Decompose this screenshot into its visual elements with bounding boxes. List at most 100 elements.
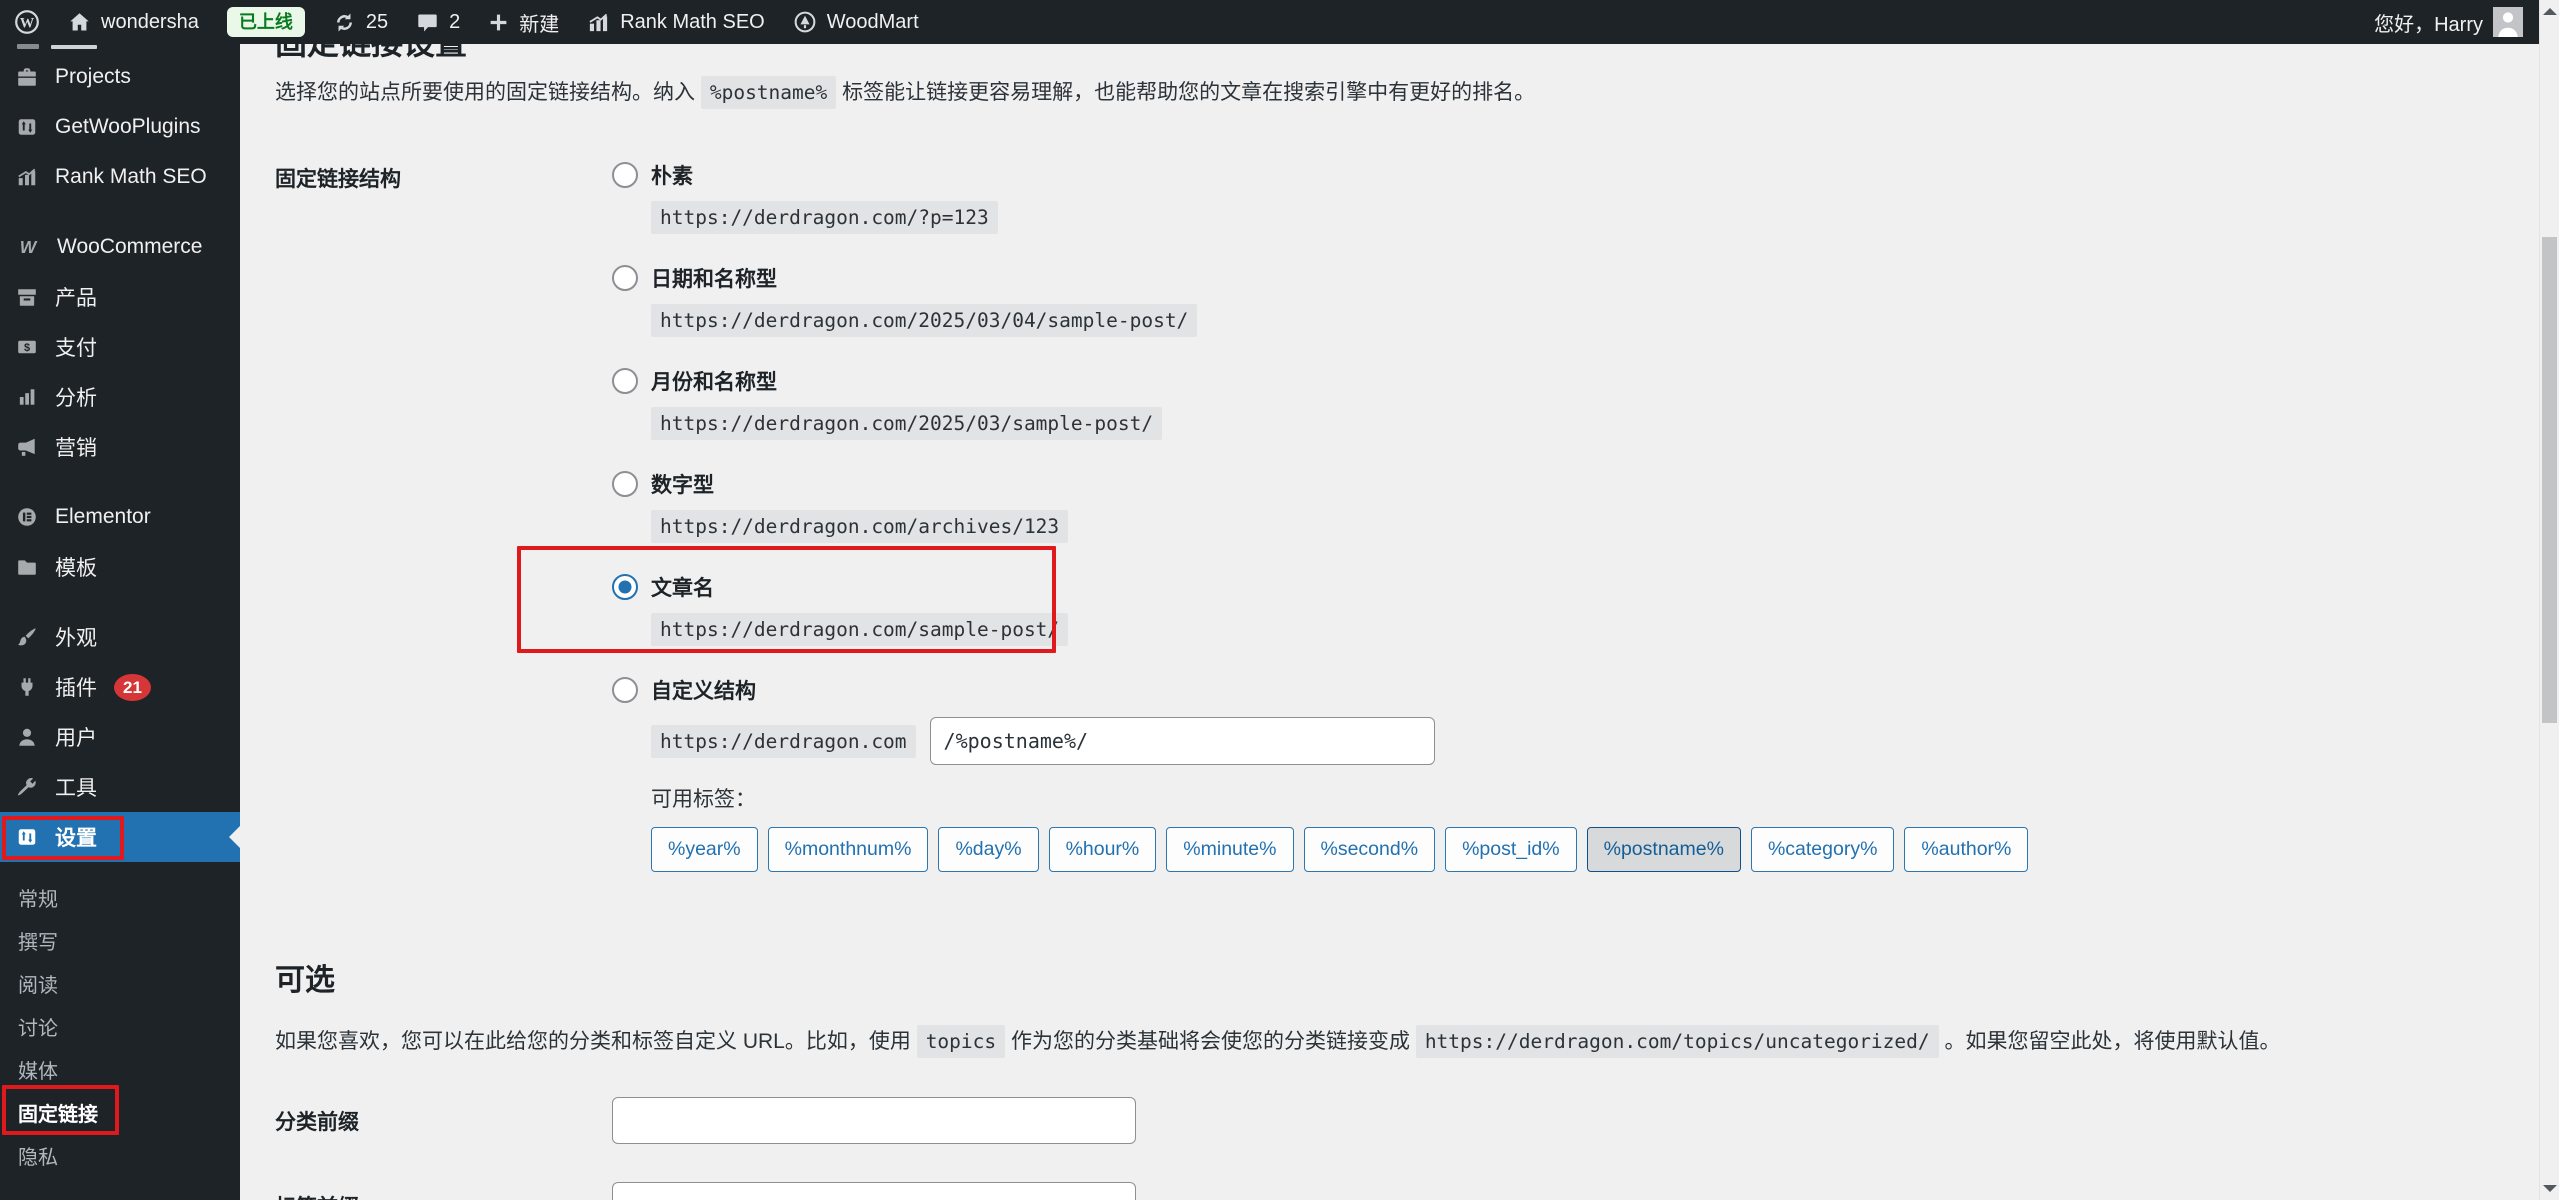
example-url: https://derdragon.com/2025/03/04/sample-…	[651, 304, 1197, 337]
tag-author-button[interactable]: %author%	[1904, 827, 2028, 872]
comments-menu[interactable]: 2	[402, 0, 474, 44]
sidebar-item-payments[interactable]: $ 支付	[0, 322, 240, 372]
sidebar-item-label: 外观	[55, 622, 97, 652]
comment-count: 2	[449, 11, 460, 34]
sidebar-item-label: 分析	[55, 382, 97, 412]
sidebar-item-label: 插件	[55, 672, 97, 702]
postname-code-chip: %postname%	[701, 76, 836, 109]
tag-postname-button[interactable]: %postname%	[1587, 827, 1741, 872]
update-count: 25	[366, 11, 388, 34]
example-url: https://derdragon.com/archives/123	[651, 510, 1068, 543]
woodmart-menu[interactable]: WoodMart	[779, 0, 933, 44]
sidebar-item-templates[interactable]: 模板	[0, 542, 240, 592]
structure-label: 固定链接结构	[275, 158, 612, 899]
submenu-item-privacy[interactable]: 隐私	[0, 1134, 240, 1177]
rank-chart-icon	[16, 166, 38, 188]
option-plain: 朴素 https://derdragon.com/?p=123	[612, 158, 2539, 234]
update-icon	[333, 11, 356, 34]
tag-day-button[interactable]: %day%	[938, 827, 1038, 872]
woocommerce-icon: W	[16, 236, 40, 258]
sidebar-item-plugins[interactable]: 插件 21	[0, 662, 240, 712]
sidebar-item-settings[interactable]: 设置	[0, 812, 240, 862]
page-title: 固定链接设置	[275, 44, 2539, 60]
sidebar-item-label: 设置	[55, 822, 97, 852]
example-url: https://derdragon.com/sample-post/	[651, 613, 1068, 646]
tag-minute-button[interactable]: %minute%	[1166, 827, 1293, 872]
folder-icon	[16, 556, 38, 578]
updates-menu[interactable]: 25	[319, 0, 402, 44]
radio-custom[interactable]	[612, 677, 638, 703]
available-tags-label: 可用标签：	[651, 783, 2539, 813]
submenu-item-permalinks[interactable]: 固定链接	[0, 1091, 240, 1134]
my-account-menu[interactable]: 您好，Harry	[2360, 0, 2523, 44]
example-url: https://derdragon.com/?p=123	[651, 201, 998, 234]
sidebar-item-label: GetWooPlugins	[55, 115, 201, 139]
sidebar-item-label: Rank Math SEO	[55, 165, 207, 189]
custom-structure-input[interactable]	[930, 717, 1435, 765]
permalink-settings-page: 固定链接设置 选择您的站点所要使用的固定链接结构。纳入 %postname% 标…	[240, 44, 2539, 1200]
sidebar-item-projects[interactable]: Projects	[0, 52, 240, 102]
sidebar-item-rank-math-seo[interactable]: Rank Math SEO	[0, 152, 240, 202]
analytics-bars-icon	[16, 386, 38, 408]
submenu-item-writing[interactable]: 撰写	[0, 919, 240, 962]
rank-math-menu[interactable]: Rank Math SEO	[573, 0, 779, 44]
submenu-item-discussion[interactable]: 讨论	[0, 1005, 240, 1048]
sidebar-item-label: 用户	[55, 722, 97, 752]
tag-monthnum-button[interactable]: %monthnum%	[768, 827, 929, 872]
payments-icon: $	[16, 336, 38, 358]
radio-month-name[interactable]	[612, 368, 638, 394]
scrollbar-down-arrow-icon[interactable]	[2543, 1185, 2557, 1192]
topics-code-chip: topics	[917, 1025, 1005, 1058]
tag-base-input[interactable]	[612, 1182, 1136, 1200]
tag-hour-button[interactable]: %hour%	[1049, 827, 1157, 872]
tag-second-button[interactable]: %second%	[1304, 827, 1436, 872]
svg-text:W: W	[20, 237, 38, 257]
scrollbar-thumb[interactable]	[2542, 237, 2557, 723]
category-url-code-chip: https://derdragon.com/topics/uncategoriz…	[1416, 1025, 1939, 1058]
submenu-item-reading[interactable]: 阅读	[0, 962, 240, 1005]
radio-day-name[interactable]	[612, 265, 638, 291]
radio-post-name[interactable]	[612, 574, 638, 600]
admin-sidebar: Projects GetWooPlugins Rank Math SEO W W…	[0, 44, 240, 1200]
new-content-menu[interactable]: 新建	[474, 0, 573, 44]
tag-post-id-button[interactable]: %post_id%	[1445, 827, 1577, 872]
sidebar-item-analytics[interactable]: 分析	[0, 372, 240, 422]
site-status[interactable]: 已上线	[213, 0, 319, 44]
sidebar-item-label: 支付	[55, 332, 97, 362]
avatar-person-icon	[2493, 7, 2523, 37]
intro-paragraph: 选择您的站点所要使用的固定链接结构。纳入 %postname% 标签能让链接更容…	[275, 78, 2539, 108]
scrollbar-up-arrow-icon[interactable]	[2543, 8, 2557, 15]
products-archive-icon	[16, 286, 38, 308]
radio-plain[interactable]	[612, 162, 638, 188]
available-tags-row: %year% %monthnum% %day% %hour% %minute% …	[651, 827, 2539, 872]
wordpress-logo-icon: W	[14, 9, 40, 35]
settings-submenu: 常规 撰写 阅读 讨论 媒体 固定链接 隐私	[0, 862, 240, 1177]
clipped-page-title-wrap: 固定链接设置	[275, 44, 2539, 60]
new-label: 新建	[519, 8, 559, 37]
sidebar-item-users[interactable]: 用户	[0, 712, 240, 762]
sidebar-item-appearance[interactable]: 外观	[0, 612, 240, 662]
sidebar-item-getwooplugins[interactable]: GetWooPlugins	[0, 102, 240, 152]
sidebar-item-woocommerce[interactable]: W WooCommerce	[0, 222, 240, 272]
svg-text:$: $	[24, 342, 30, 354]
radio-numeric[interactable]	[612, 471, 638, 497]
submenu-item-media[interactable]: 媒体	[0, 1048, 240, 1091]
option-day-name: 日期和名称型 https://derdragon.com/2025/03/04/…	[612, 261, 2539, 337]
browser-scrollbar[interactable]	[2539, 0, 2559, 1200]
sidebar-item-products[interactable]: 产品	[0, 272, 240, 322]
sidebar-item-elementor[interactable]: Elementor	[0, 492, 240, 542]
option-numeric: 数字型 https://derdragon.com/archives/123	[612, 467, 2539, 543]
category-base-input[interactable]	[612, 1097, 1136, 1144]
tag-category-button[interactable]: %category%	[1751, 827, 1894, 872]
tag-year-button[interactable]: %year%	[651, 827, 758, 872]
plugins-update-badge: 21	[114, 674, 151, 701]
wordpress-logo-menu[interactable]: W	[0, 0, 54, 44]
megaphone-icon	[16, 436, 38, 458]
visit-site-link[interactable]: wondersha	[54, 0, 213, 44]
optional-heading: 可选	[275, 955, 2539, 999]
sidebar-item-marketing[interactable]: 营销	[0, 422, 240, 472]
settings-sliders-icon	[16, 826, 38, 848]
sidebar-item-tools[interactable]: 工具	[0, 762, 240, 812]
rank-math-icon	[587, 11, 610, 34]
submenu-item-general[interactable]: 常规	[0, 876, 240, 919]
